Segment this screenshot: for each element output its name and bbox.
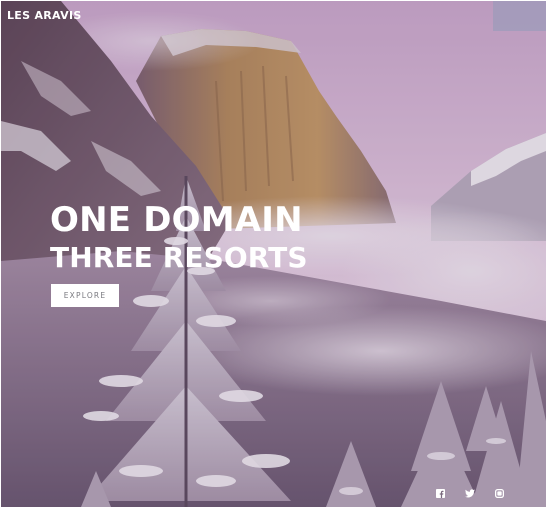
site-logo[interactable]: LES ARAVIS — [7, 9, 82, 22]
hero-title-line-2: THREE RESORTS — [50, 241, 308, 274]
explore-button[interactable]: EXPLORE — [51, 284, 119, 307]
instagram-icon[interactable] — [493, 487, 505, 499]
hero-title-line-1: ONE DOMAIN — [50, 200, 303, 240]
hero-title: ONE DOMAIN THREE RESORTS — [50, 199, 308, 275]
twitter-icon[interactable] — [464, 487, 476, 499]
page: LES ARAVIS ONE DOMAIN THREE RESORTS EXPL… — [1, 1, 546, 507]
facebook-icon[interactable] — [434, 487, 446, 499]
